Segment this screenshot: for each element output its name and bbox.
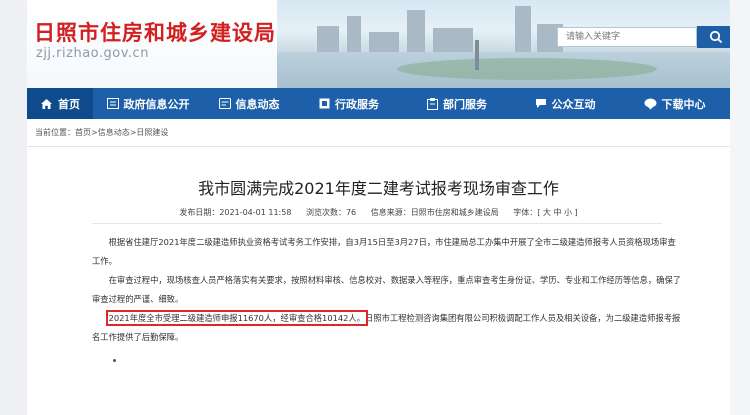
nav-item-admin-service[interactable]: 行政服务 [295,88,403,119]
article-paragraph: 根据省住建厅2021年度二级建造师执业资格考试考务工作安排，自3月15日至3月2… [92,237,676,266]
nav-item-public-interaction[interactable]: 公众互动 [511,88,619,119]
nav-item-news[interactable]: 信息动态 [203,88,295,119]
meta-divider [92,223,662,224]
search-input[interactable]: 请输入关键字 [557,27,697,47]
page-margin [730,0,750,415]
breadcrumb[interactable]: 当前位置：首页>信息动态>日照建设 [27,119,730,147]
article-container: 我市圆满完成2021年度二建考试报考现场审查工作 发布日期：2021-04-01… [27,147,730,415]
nav-item-label: 政府信息公开 [123,97,190,111]
site-domain: zjj.rizhao.gov.cn [36,46,149,61]
nav-item-dept-service[interactable]: 部门服务 [403,88,511,119]
nav-item-home[interactable]: 首页 [27,88,93,119]
download-icon [644,98,657,110]
clipboard-icon [427,97,438,110]
home-icon [40,98,53,110]
search-icon [709,30,723,44]
publish-date: 发布日期：2021-04-01 11:58 [179,208,292,217]
site-title[interactable]: 日照市住房和城乡建设局 [34,17,276,47]
view-count: 浏览次数：76 [305,208,357,217]
highlighted-statistic: 2021年度全市受理二级建造师申报11670人，经审查合格10142人。 [105,310,369,326]
article-paragraph: 2021年度全市受理二级建造师申报11670人，经审查合格10142人。日照市工… [92,309,682,347]
article-paragraph: 在审查过程中，现场核查人员严格落实有关要求，按照材料审核、信息校对、数据录入等程… [92,275,682,304]
nav-item-label: 信息动态 [235,97,280,111]
newspaper-icon [218,98,231,109]
nav-item-gov-info[interactable]: 政府信息公开 [93,88,203,119]
bullet-dot [113,359,116,362]
article-title: 我市圆满完成2021年度二建考试报考现场审查工作 [198,179,559,198]
nav-item-label: 部门服务 [443,97,487,111]
main-nav: 首页 政府信息公开 信息动态 行政服务 部门服务 公众互动 下载中心 [27,88,730,119]
browser-page: 日照市住房和城乡建设局 zjj.rizhao.gov.cn 请输入关键字 首页 … [0,0,750,415]
banner-building [369,32,399,54]
font-size-switcher[interactable]: 字体：[ 大 中 小 ] [513,208,577,217]
site-header: 日照市住房和城乡建设局 zjj.rizhao.gov.cn 请输入关键字 [27,0,730,88]
info-source: 信息来源：日照市住房和城乡建设局 [370,208,499,217]
chat-icon [535,98,547,109]
banner-shore [397,58,657,80]
banner-building [433,28,473,54]
flag-icon [319,98,330,109]
list-icon [106,98,119,109]
nav-item-label: 公众互动 [551,97,596,111]
nav-item-label: 行政服务 [335,97,379,111]
nav-item-label: 首页 [58,97,80,111]
banner-building [515,6,531,54]
banner-building [347,16,361,54]
nav-item-label: 下载中心 [661,97,706,111]
article-meta: 发布日期：2021-04-01 11:58 浏览次数：76 信息来源：日照市住房… [27,207,730,218]
banner-tower [475,40,479,70]
nav-item-download[interactable]: 下载中心 [619,88,730,119]
banner-building [317,26,339,54]
banner-building [407,10,425,54]
search-button[interactable] [697,26,730,48]
